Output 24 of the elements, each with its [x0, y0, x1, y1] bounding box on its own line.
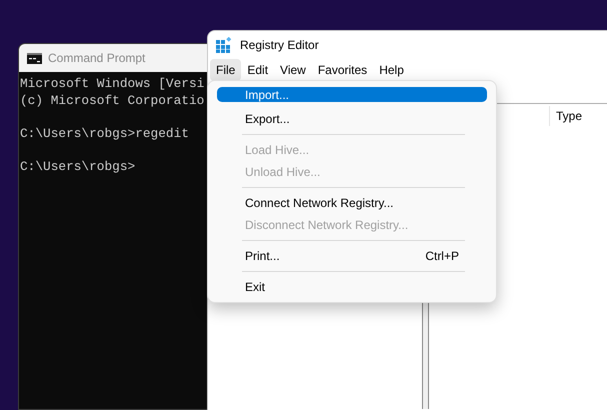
item-label: Print... [245, 248, 280, 265]
menu-item[interactable]: Edit [241, 59, 274, 81]
window-title: Command Prompt [48, 50, 146, 67]
console-line: C:\Users\robgs>regedit [20, 126, 189, 142]
console-icon [27, 52, 42, 64]
menu-item[interactable]: Import... [217, 87, 487, 102]
menu-item[interactable]: Exit [217, 276, 487, 298]
console-line: (c) Microsoft Corporatio [20, 92, 204, 109]
menu-item: Load Hive... [244, 142, 310, 159]
menu-item[interactable]: Connect Network Registry... [217, 192, 487, 214]
menu-item: Disconnect Network Registry... [244, 217, 410, 234]
menu-item[interactable]: Favorites [312, 59, 374, 81]
menu-item[interactable]: View [274, 59, 312, 81]
menu-item[interactable]: File [210, 59, 242, 81]
shortcut-label: Ctrl+P [425, 248, 459, 265]
menu-item[interactable]: Print... Ctrl+P [217, 245, 487, 267]
menu-item: Unload Hive... [244, 164, 322, 181]
menu-item[interactable]: Help [373, 59, 410, 81]
window-title: Registry Editor [240, 37, 319, 54]
menu-item[interactable]: Export... [217, 108, 487, 130]
console-line: Microsoft Windows [Versi [20, 76, 204, 92]
column-header[interactable]: Type [549, 106, 582, 126]
registry-icon [216, 37, 232, 53]
console-line: C:\Users\robgs> [20, 158, 136, 175]
